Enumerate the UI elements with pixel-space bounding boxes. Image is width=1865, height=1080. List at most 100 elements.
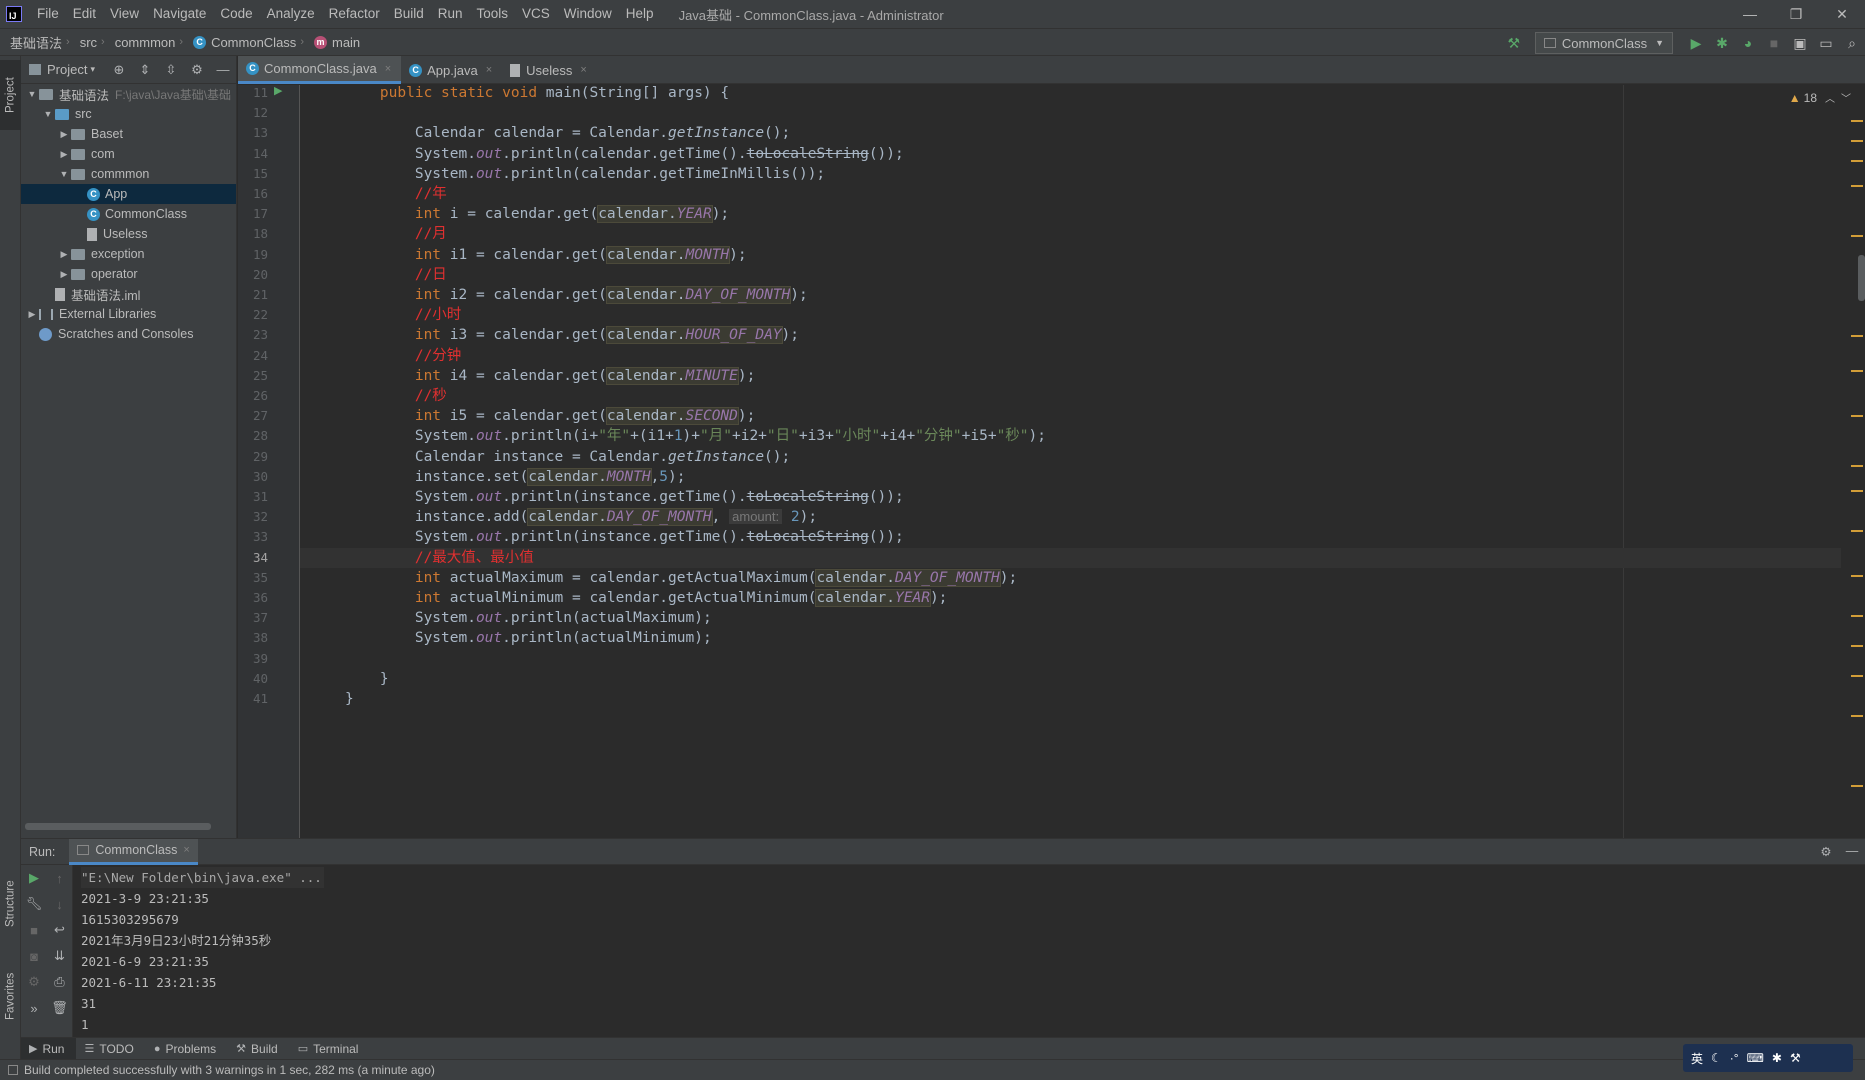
project-structure-icon[interactable]: ▣ bbox=[1787, 35, 1813, 52]
menu-tools[interactable]: Tools bbox=[470, 0, 516, 28]
chevron-down-icon[interactable]: ▼ bbox=[57, 169, 71, 179]
editor-tab[interactable]: Useless × bbox=[502, 56, 597, 84]
warning-stripe-marker[interactable] bbox=[1851, 645, 1863, 647]
tree-item[interactable]: ▼ src bbox=[21, 104, 236, 124]
tree-item[interactable]: Useless bbox=[21, 224, 236, 244]
run-icon[interactable]: ▶ bbox=[1683, 35, 1709, 52]
code-line[interactable]: } bbox=[300, 689, 1841, 709]
line-number[interactable]: 32 bbox=[238, 509, 268, 524]
run-configuration-dropdown[interactable]: CommonClass ▼ bbox=[1534, 32, 1673, 54]
breadcrumb-method[interactable]: m main bbox=[304, 35, 364, 50]
code-line[interactable]: System.out.println(instance.getTime().to… bbox=[300, 527, 1841, 547]
tree-item[interactable]: ▼ commmon bbox=[21, 164, 236, 184]
project-tool-tab[interactable]: Project bbox=[0, 60, 21, 130]
structure-tool-tab[interactable]: Structure bbox=[0, 864, 21, 944]
stop-icon[interactable]: ■ bbox=[21, 917, 47, 943]
tree-item[interactable]: ▶ operator bbox=[21, 264, 236, 284]
line-number[interactable]: 27 bbox=[238, 408, 268, 423]
chevron-down-icon[interactable]: ▼ bbox=[41, 109, 55, 119]
more-icon[interactable]: » bbox=[21, 995, 47, 1021]
status-toggle-icon[interactable] bbox=[8, 1065, 18, 1075]
chevron-down-icon[interactable]: ▼ bbox=[25, 89, 39, 99]
settings-icon[interactable]: ✱ bbox=[1772, 1051, 1782, 1065]
inspection-widget[interactable]: ▲ 18 ︿ ﹀ bbox=[1789, 90, 1851, 106]
code-line[interactable]: } bbox=[300, 669, 1841, 689]
line-number[interactable]: 12 bbox=[238, 105, 268, 120]
tree-item[interactable]: ▶ com bbox=[21, 144, 236, 164]
gear-icon[interactable]: ⚙ bbox=[1813, 844, 1839, 859]
line-number[interactable]: 23 bbox=[238, 327, 268, 342]
chevron-right-icon[interactable]: ▶ bbox=[57, 269, 71, 280]
settings-icon[interactable]: ⚙ bbox=[21, 969, 47, 995]
line-number[interactable]: 35 bbox=[238, 570, 268, 585]
line-number[interactable]: 15 bbox=[238, 166, 268, 181]
code-line[interactable]: int i1 = calendar.get(calendar.MONTH); bbox=[300, 245, 1841, 265]
tree-item[interactable]: Scratches and Consoles bbox=[21, 324, 236, 344]
line-number[interactable]: 16 bbox=[238, 186, 268, 201]
close-icon[interactable]: × bbox=[486, 64, 492, 76]
warning-stripe-marker[interactable] bbox=[1851, 120, 1863, 122]
code-line[interactable]: instance.set(calendar.MONTH,5); bbox=[300, 467, 1841, 487]
warning-stripe-marker[interactable] bbox=[1851, 415, 1863, 417]
code-line[interactable]: //分钟 bbox=[300, 346, 1841, 366]
menu-edit[interactable]: Edit bbox=[66, 0, 103, 28]
search-icon[interactable]: ⌕ bbox=[1839, 35, 1865, 52]
tool-tab-terminal[interactable]: ▭ Terminal bbox=[290, 1038, 371, 1060]
tool-tab-build[interactable]: ⚒ Build bbox=[228, 1038, 290, 1060]
trash-icon[interactable]: 🗑︎ bbox=[47, 995, 72, 1021]
moon-icon[interactable]: ☾ bbox=[1711, 1051, 1722, 1065]
wrench-icon[interactable]: 🔧︎ bbox=[21, 891, 47, 917]
code-line[interactable]: //最大值、最小值 bbox=[300, 547, 1841, 568]
tree-item[interactable]: 基础语法.iml bbox=[21, 284, 236, 304]
keyboard-icon[interactable]: ⌨ bbox=[1747, 1051, 1764, 1065]
hide-icon[interactable]: — bbox=[210, 62, 236, 78]
code-editor[interactable]: 11 12 13 14 15 16 17 18 19 20 21 22 23 24 25 26 27 28 29 30… bbox=[238, 85, 1865, 838]
expand-all-icon[interactable]: ⇕ bbox=[132, 62, 158, 78]
code-line[interactable] bbox=[300, 649, 1841, 669]
print-icon[interactable]: ⎙ bbox=[47, 969, 72, 995]
menu-vcs[interactable]: VCS bbox=[515, 0, 557, 28]
ime-language[interactable]: 英 bbox=[1691, 1050, 1703, 1067]
line-number[interactable]: 22 bbox=[238, 307, 268, 322]
build-hammer-icon[interactable]: ⚒ bbox=[1501, 35, 1527, 52]
maximize-button[interactable]: ❐ bbox=[1773, 0, 1819, 28]
code-line[interactable]: //月 bbox=[300, 224, 1841, 244]
tree-item[interactable]: C CommonClass bbox=[21, 204, 236, 224]
input-method-toolbar[interactable]: 英 ☾ ·° ⌨ ✱ ⚒ bbox=[1683, 1044, 1853, 1072]
chevron-right-icon[interactable]: ▶ bbox=[57, 129, 71, 140]
coverage-icon[interactable]: ◕ bbox=[1735, 35, 1761, 51]
tool-tab-run[interactable]: ▶ Run bbox=[21, 1037, 77, 1060]
close-icon[interactable]: × bbox=[385, 63, 391, 75]
menu-navigate[interactable]: Navigate bbox=[146, 0, 213, 28]
code-line[interactable]: //年 bbox=[300, 184, 1841, 204]
chevron-right-icon[interactable]: ▶ bbox=[25, 309, 39, 320]
code-line[interactable]: System.out.println(instance.getTime().to… bbox=[300, 487, 1841, 507]
breadcrumb-src[interactable]: src bbox=[70, 35, 101, 50]
chevron-up-icon[interactable]: ︿ bbox=[1825, 90, 1835, 105]
punctuation-icon[interactable]: ·° bbox=[1730, 1051, 1739, 1065]
warning-stripe-marker[interactable] bbox=[1851, 785, 1863, 787]
menu-view[interactable]: View bbox=[103, 0, 146, 28]
line-number[interactable]: 36 bbox=[238, 590, 268, 605]
menu-file[interactable]: File bbox=[30, 0, 66, 28]
warning-stripe-marker[interactable] bbox=[1851, 160, 1863, 162]
menu-run[interactable]: Run bbox=[431, 0, 470, 28]
code-line[interactable]: int i5 = calendar.get(calendar.SECOND); bbox=[300, 406, 1841, 426]
line-number[interactable]: 11 bbox=[238, 85, 268, 100]
line-number[interactable]: 26 bbox=[238, 388, 268, 403]
close-window-button[interactable]: ✕ bbox=[1819, 0, 1865, 28]
breadcrumb-class[interactable]: C CommonClass bbox=[183, 35, 300, 50]
tree-item[interactable]: ▼ 基础语法 F:\java\Java基础\基础 bbox=[21, 84, 236, 104]
wrench-icon[interactable]: ⚒ bbox=[1790, 1051, 1801, 1065]
debug-icon[interactable]: ✱ bbox=[1709, 35, 1735, 52]
scroll-to-end-icon[interactable]: ⇊ bbox=[47, 943, 72, 969]
minimize-button[interactable]: — bbox=[1727, 0, 1773, 28]
rerun-icon[interactable]: ▶ bbox=[21, 865, 47, 891]
code-line[interactable]: int actualMaximum = calendar.getActualMa… bbox=[300, 568, 1841, 588]
menu-window[interactable]: Window bbox=[557, 0, 619, 28]
code-line[interactable]: int i2 = calendar.get(calendar.DAY_OF_MO… bbox=[300, 285, 1841, 305]
hide-icon[interactable]: — bbox=[1839, 844, 1865, 859]
code-line[interactable]: int i = calendar.get(calendar.YEAR); bbox=[300, 204, 1841, 224]
close-icon[interactable]: × bbox=[580, 64, 586, 76]
warning-stripe-marker[interactable] bbox=[1851, 490, 1863, 492]
